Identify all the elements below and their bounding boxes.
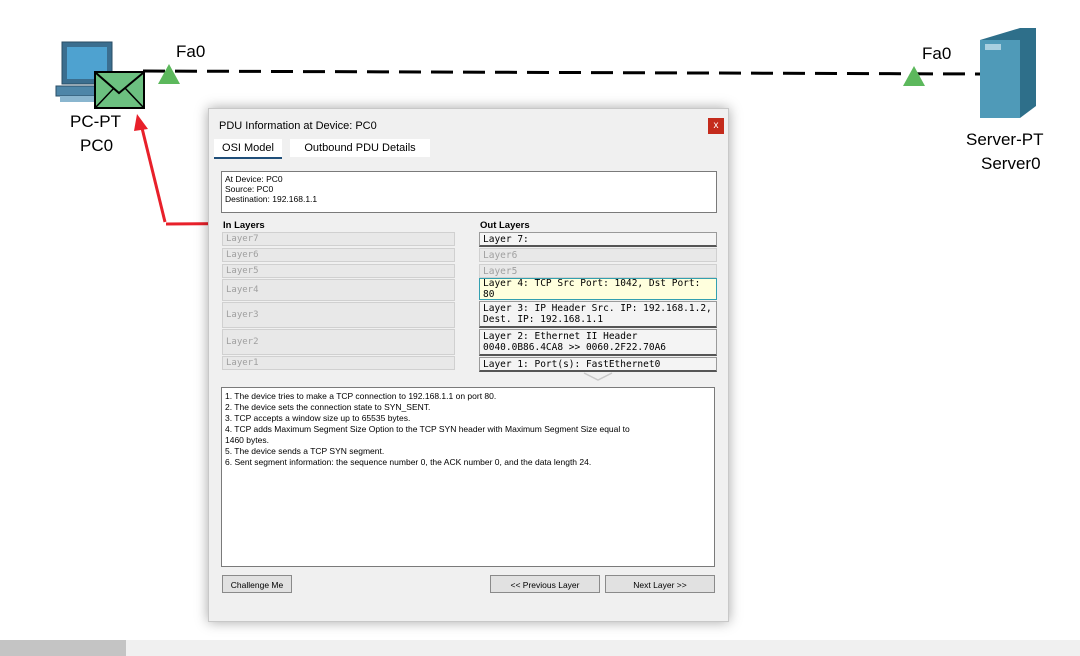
description-line: 3. TCP accepts a window size up to 65535… [225,413,411,423]
out-layers-header: Out Layers [480,220,530,231]
tab-osi-model[interactable]: OSI Model [214,139,282,159]
annotation-arrow-up [134,114,167,223]
link-status-triangle-server [903,66,925,86]
description-line: 2. The device sets the connection state … [225,402,431,412]
close-button[interactable]: x [708,118,724,134]
device-info-box: At Device: PC0 Source: PC0 Destination: … [221,171,717,213]
link-status-triangle-pc [158,64,180,84]
server-type-label: Server-PT [966,130,1044,149]
pc-name-label: PC0 [80,136,114,155]
info-line-destination: Destination: 192.168.1.1 [225,194,318,204]
dialog-title: PDU Information at Device: PC0 [219,120,377,132]
in-layer-1[interactable]: Layer1 [222,356,455,370]
in-layers-header: In Layers [223,220,265,231]
server-icon[interactable] [980,28,1036,118]
in-layer-7[interactable]: Layer7 [222,232,455,246]
out-layer-2-line-2: 0040.0B86.4CA8 >> 0060.2F22.70A6 [483,342,667,353]
out-layer-4[interactable]: Layer 4: TCP Src Port: 1042, Dst Port: 8… [479,278,717,300]
tab-bar: OSI Model Outbound PDU Details [210,139,727,159]
server-name-label: Server0 [981,154,1041,173]
in-layer-6[interactable]: Layer6 [222,248,455,262]
next-layer-button[interactable]: Next Layer >> [605,575,715,593]
description-line: 1460 bytes. [225,435,269,445]
out-layer-3-line-1: Layer 3: IP Header Src. IP: 192.168.1.2, [483,303,712,314]
in-layer-2[interactable]: Layer2 [222,329,455,355]
chevron-down-icon [583,372,613,381]
description-line: 6. Sent segment information: the sequenc… [225,457,592,467]
out-layer-5[interactable]: Layer5 [479,264,717,278]
description-line: 1. The device tries to make a TCP connec… [225,391,497,401]
tab-outbound-pdu-details[interactable]: Outbound PDU Details [290,139,430,157]
out-layer-6[interactable]: Layer6 [479,248,717,262]
out-layer-2[interactable]: Layer 2: Ethernet II Header 0040.0B86.4C… [479,329,717,356]
in-layer-5[interactable]: Layer5 [222,264,455,278]
scrollbar-thumb[interactable] [0,640,126,656]
out-layer-3-line-2: Dest. IP: 192.168.1.1 [483,314,604,325]
info-line-source: Source: PC0 [225,184,274,194]
out-layer-2-line-1: Layer 2: Ethernet II Header [483,331,638,342]
out-layer-3[interactable]: Layer 3: IP Header Src. IP: 192.168.1.2,… [479,301,717,328]
in-layer-4[interactable]: Layer4 [222,279,455,301]
layer-description-box: 1. The device tries to make a TCP connec… [221,387,715,567]
in-layer-3[interactable]: Layer3 [222,302,455,328]
previous-layer-button[interactable]: << Previous Layer [490,575,600,593]
challenge-me-button[interactable]: Challenge Me [222,575,292,593]
out-layer-7[interactable]: Layer 7: [479,232,717,247]
pdu-envelope-icon[interactable] [94,71,145,109]
network-link[interactable] [142,69,986,76]
info-line-device: At Device: PC0 [225,174,283,184]
out-layer-1[interactable]: Layer 1: Port(s): FastEthernet0 [479,357,717,372]
description-line: 5. The device sends a TCP SYN segment. [225,446,385,456]
server-port-label: Fa0 [922,44,952,63]
pc-type-label: PC-PT [70,112,121,131]
description-line: 4. TCP adds Maximum Segment Size Option … [225,424,630,434]
pc-port-label: Fa0 [176,42,206,61]
horizontal-scrollbar[interactable] [0,640,1080,656]
pdu-information-dialog: PDU Information at Device: PC0 x OSI Mod… [208,108,729,622]
